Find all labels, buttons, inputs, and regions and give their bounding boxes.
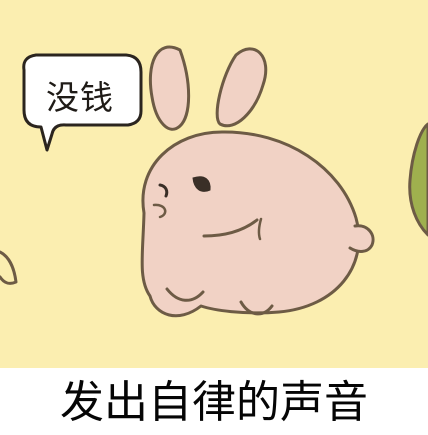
- speech-bubble-text: 没钱: [46, 78, 114, 117]
- meme-image: 没钱 发出自律的声音: [0, 0, 428, 435]
- caption-text: 发出自律的声音: [60, 377, 368, 428]
